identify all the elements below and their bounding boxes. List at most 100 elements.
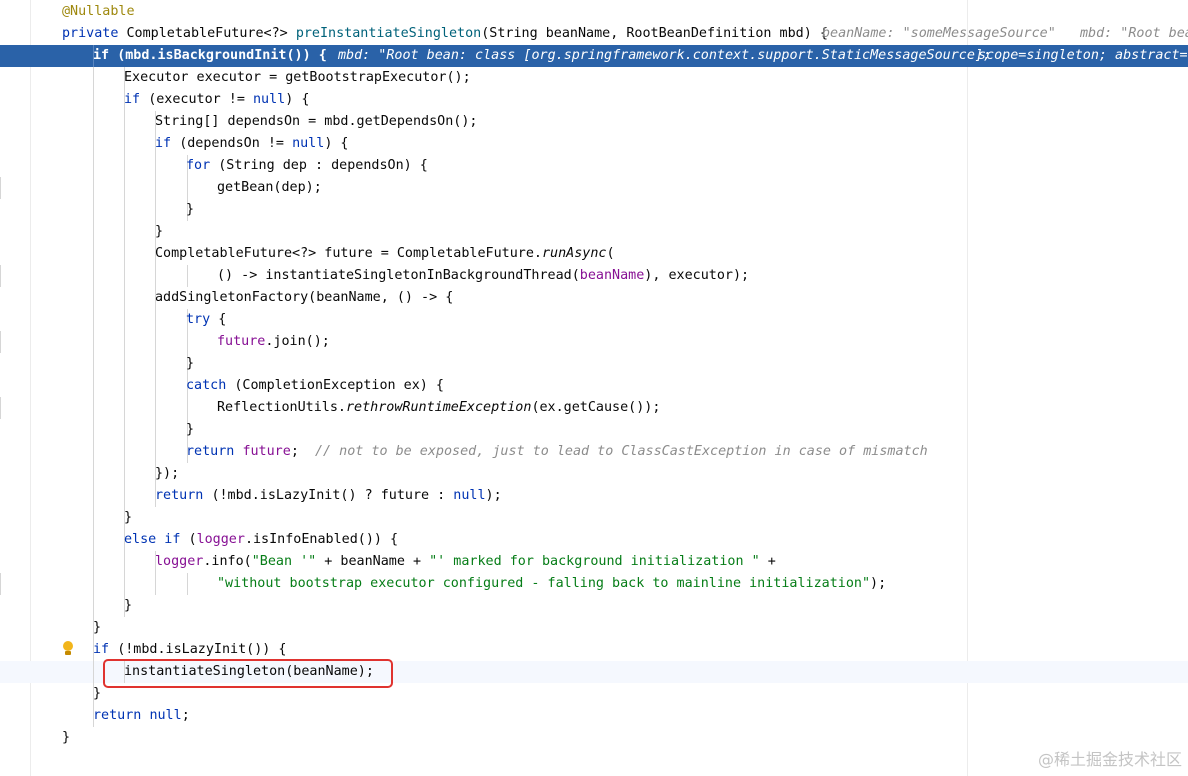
indent-guide bbox=[93, 353, 94, 375]
code-token: beanName bbox=[579, 268, 645, 283]
indent-guide bbox=[0, 573, 1, 595]
indent-guide bbox=[155, 573, 156, 595]
indent-guide bbox=[187, 265, 188, 287]
code-text: } bbox=[186, 419, 194, 441]
code-line[interactable]: } bbox=[0, 507, 1188, 529]
debug-inline-value: mbd: "Root bea bbox=[1080, 26, 1188, 41]
code-line[interactable]: CompletableFuture<?> future = Completabl… bbox=[0, 243, 1188, 265]
code-line[interactable]: future.join(); bbox=[0, 331, 1188, 353]
code-line[interactable]: getBean(dep); bbox=[0, 177, 1188, 199]
code-token: ; bbox=[290, 444, 315, 459]
code-token: for bbox=[186, 158, 219, 173]
code-token: () -> instantiateSingletonInBackgroundTh… bbox=[217, 268, 580, 283]
code-token: (dependsOn != bbox=[179, 136, 293, 151]
code-token: } bbox=[93, 686, 102, 701]
code-token: logger bbox=[155, 554, 204, 569]
indent-guide bbox=[124, 155, 125, 177]
indent-guide bbox=[0, 177, 1, 199]
code-token: (executor != bbox=[148, 92, 253, 107]
indent-guide bbox=[124, 309, 125, 331]
indent-guide bbox=[93, 243, 94, 265]
code-token: if bbox=[93, 642, 118, 657]
code-token: rethrowRuntimeException bbox=[346, 400, 532, 415]
code-token: } bbox=[62, 730, 71, 745]
code-line[interactable]: if (dependsOn != null) { bbox=[0, 133, 1188, 155]
code-line[interactable]: return null; bbox=[0, 705, 1188, 727]
code-line[interactable]: } bbox=[0, 199, 1188, 221]
code-text: } bbox=[124, 595, 132, 617]
code-line[interactable]: } bbox=[0, 419, 1188, 441]
code-token: "Bean '" bbox=[251, 554, 317, 569]
code-line[interactable]: private CompletableFuture<?> preInstanti… bbox=[0, 23, 1188, 45]
code-line[interactable]: if (executor != null) { bbox=[0, 89, 1188, 111]
indent-guide bbox=[93, 375, 94, 397]
code-text: if (!mbd.isLazyInit()) { bbox=[93, 639, 287, 661]
code-token: } bbox=[124, 510, 133, 525]
code-token: } bbox=[186, 356, 195, 371]
code-line[interactable]: return future; // not to be exposed, jus… bbox=[0, 441, 1188, 463]
code-text: return (!mbd.isLazyInit() ? future : nul… bbox=[155, 485, 502, 507]
code-token: }); bbox=[155, 466, 180, 481]
code-line[interactable]: for (String dep : dependsOn) { bbox=[0, 155, 1188, 177]
code-line[interactable]: if (!mbd.isLazyInit()) { bbox=[0, 639, 1188, 661]
code-line[interactable]: Executor executor = getBootstrapExecutor… bbox=[0, 67, 1188, 89]
indent-guide bbox=[155, 177, 156, 199]
code-text: try { bbox=[186, 309, 226, 331]
code-editor[interactable]: @Nullable private CompletableFuture<?> pr… bbox=[0, 0, 1188, 776]
code-line[interactable]: } bbox=[0, 727, 1188, 749]
indent-guide bbox=[0, 331, 1, 353]
indent-guide bbox=[93, 463, 94, 485]
indent-guide bbox=[93, 221, 94, 243]
code-line[interactable]: } bbox=[0, 353, 1188, 375]
indent-guide bbox=[187, 573, 188, 595]
code-token: ( bbox=[606, 246, 615, 261]
indent-guide bbox=[155, 331, 156, 353]
code-token: if bbox=[93, 48, 118, 63]
code-token: try bbox=[186, 312, 219, 327]
code-line[interactable]: } bbox=[0, 221, 1188, 243]
code-line[interactable]: ReflectionUtils.rethrowRuntimeException(… bbox=[0, 397, 1188, 419]
indent-guide bbox=[93, 507, 94, 529]
code-line[interactable]: @Nullable bbox=[0, 1, 1188, 23]
code-token: ) { bbox=[324, 136, 349, 151]
indent-guide bbox=[0, 265, 1, 287]
code-token: (ex.getCause()); bbox=[531, 400, 661, 415]
code-line[interactable]: }); bbox=[0, 463, 1188, 485]
code-line[interactable]: } bbox=[0, 595, 1188, 617]
code-token: "' marked for background initialization … bbox=[429, 554, 760, 569]
indent-guide bbox=[187, 331, 188, 353]
code-text: String[] dependsOn = mbd.getDependsOn(); bbox=[155, 111, 477, 133]
indent-guide bbox=[155, 397, 156, 419]
code-line[interactable]: try { bbox=[0, 309, 1188, 331]
intention-bulb-icon[interactable] bbox=[62, 641, 74, 657]
debug-inline-value: mbd: "Root bean: class [org.springframew… bbox=[338, 48, 992, 63]
code-token: } bbox=[93, 620, 102, 635]
indent-guide bbox=[124, 331, 125, 353]
code-token: (String dep : dependsOn) { bbox=[218, 158, 428, 173]
code-line[interactable]: return (!mbd.isLazyInit() ? future : nul… bbox=[0, 485, 1188, 507]
code-line[interactable]: else if (logger.isInfoEnabled()) { bbox=[0, 529, 1188, 551]
indent-guide bbox=[93, 661, 94, 683]
code-text: }); bbox=[155, 463, 179, 485]
code-line[interactable]: String[] dependsOn = mbd.getDependsOn(); bbox=[0, 111, 1188, 133]
indent-guide bbox=[187, 177, 188, 199]
code-line[interactable]: } bbox=[0, 617, 1188, 639]
watermark: @稀土掘金技术社区 bbox=[1037, 750, 1182, 769]
code-line[interactable]: if (mbd.isBackgroundInit()) {mbd: "Root … bbox=[0, 45, 1188, 67]
indent-guide bbox=[93, 89, 94, 111]
code-text: } bbox=[186, 199, 194, 221]
code-text: private CompletableFuture<?> preInstanti… bbox=[62, 23, 828, 45]
code-line[interactable]: "without bootstrap executor configured -… bbox=[0, 573, 1188, 595]
code-line[interactable]: addSingletonFactory(beanName, () -> { bbox=[0, 287, 1188, 309]
code-line[interactable]: catch (CompletionException ex) { bbox=[0, 375, 1188, 397]
indent-guide bbox=[93, 573, 94, 595]
indent-guide bbox=[124, 243, 125, 265]
code-token: (String beanName, RootBeanDefinition mbd… bbox=[481, 26, 828, 41]
code-token: CompletableFuture<?> bbox=[126, 26, 296, 41]
code-line[interactable]: () -> instantiateSingletonInBackgroundTh… bbox=[0, 265, 1188, 287]
indent-guide bbox=[93, 397, 94, 419]
code-text: getBean(dep); bbox=[217, 177, 322, 199]
code-line[interactable]: logger.info("Bean '" + beanName + "' mar… bbox=[0, 551, 1188, 573]
indent-guide bbox=[124, 485, 125, 507]
code-text: @Nullable bbox=[62, 1, 135, 23]
